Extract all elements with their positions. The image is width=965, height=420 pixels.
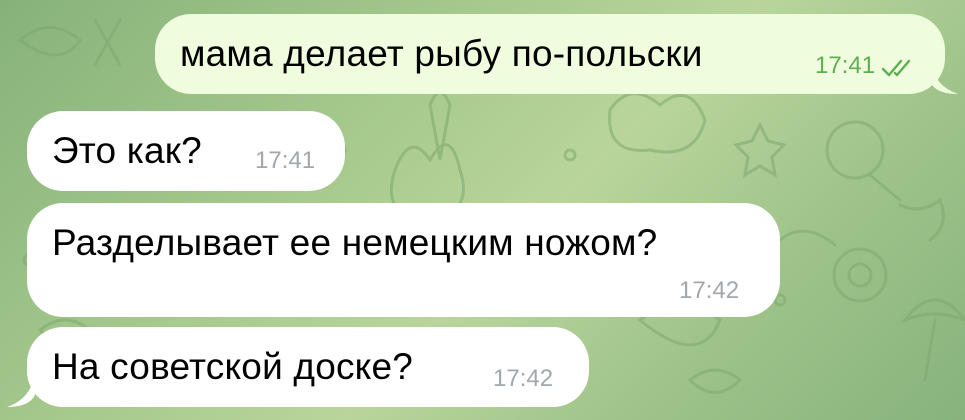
message-bubble-outgoing[interactable]: мама делает рыбу по-польски 17:41 [155,14,945,94]
message-bubble-incoming[interactable]: Разделывает ее немецким ножом? 17:42 [27,203,780,317]
message-time: 17:42 [679,277,740,304]
message-bubble-incoming[interactable]: Это как? 17:41 [27,111,345,191]
message-time: 17:41 [255,147,316,174]
message-text: Разделывает ее немецким ножом? [52,222,658,263]
message-time: 17:41 [815,52,876,79]
double-check-icon [881,59,911,77]
message-time: 17:42 [493,365,554,392]
message-bubble-incoming[interactable]: На советской доске? 17:42 [27,327,589,407]
message-text: Это как? [52,130,202,171]
chat-view: мама делает рыбу по-польски 17:41 Это ка… [0,0,965,420]
message-text: мама делает рыбу по-польски [180,33,703,74]
message-text: На советской доске? [52,346,414,387]
